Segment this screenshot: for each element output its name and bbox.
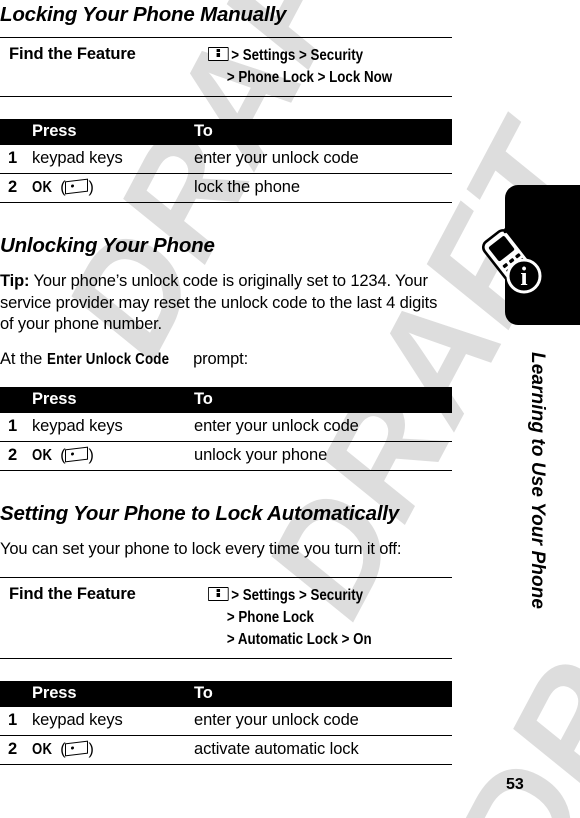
step-number: 2	[0, 735, 32, 765]
table-row: 2 OK () lock the phone	[0, 173, 452, 203]
phone-info-icon: i	[478, 214, 552, 302]
tip-paragraph: Tip: Your phone’s unlock code is origina…	[0, 271, 452, 335]
column-header-number	[0, 118, 32, 145]
step-press: OK ()	[32, 735, 194, 765]
soft-key-glyph: ()	[55, 178, 94, 196]
prompt-after: prompt:	[193, 350, 249, 369]
intro-paragraph: You can set your phone to lock every tim…	[0, 540, 402, 559]
step-to: enter your unlock code	[194, 144, 452, 174]
soft-key-icon	[65, 446, 89, 463]
prompt-term: Enter Unlock Code	[46, 351, 169, 369]
column-header-press: Press	[32, 680, 194, 707]
page-title: Locking Your Phone Manually	[0, 3, 287, 26]
step-to: activate automatic lock	[194, 735, 452, 765]
steps-table: Press To 1 keypad keys enter your unlock…	[0, 118, 452, 203]
soft-key-icon	[65, 178, 89, 194]
step-number: 1	[0, 412, 32, 442]
step-to: enter your unlock code	[194, 706, 452, 736]
chapter-caption: Learning to Use Your Phone	[527, 352, 548, 610]
soft-key-icon	[65, 740, 89, 757]
soft-key-glyph: ()	[55, 446, 94, 464]
feature-path-line: > Settings > Security	[208, 45, 418, 67]
find-the-feature-block: Find the Feature > Settings > Security >…	[0, 36, 452, 97]
table-row: 1 keypad keys enter your unlock code	[0, 412, 452, 442]
table-row: 2 OK () activate automatic lock	[0, 735, 452, 765]
section-title-unlocking: Unlocking Your Phone	[0, 233, 215, 257]
feature-path: > Settings > Security > Phone Lock > Loc…	[208, 38, 452, 96]
feature-path-line: > Phone Lock	[226, 608, 314, 626]
column-header-number	[0, 386, 32, 413]
step-number: 1	[0, 706, 32, 736]
ok-key-label: OK	[32, 446, 53, 464]
table-header-row: Press To	[0, 118, 452, 145]
feature-path-text: > Settings > Security	[231, 46, 364, 64]
feature-path: > Settings > Security > Phone Lock > Aut…	[208, 578, 452, 658]
step-number: 2	[0, 441, 32, 471]
steps-table: Press To 1 keypad keys enter your unlock…	[0, 680, 452, 765]
feature-path-line: > Automatic Lock > On	[226, 630, 372, 648]
step-number: 1	[0, 144, 32, 174]
column-header-press: Press	[32, 386, 194, 413]
step-press: OK ()	[32, 173, 194, 203]
prompt-paragraph: At the Enter Unlock Code prompt:	[0, 349, 452, 370]
find-the-feature-label: Find the Feature	[9, 44, 136, 63]
table-row: 1 keypad keys enter your unlock code	[0, 144, 452, 174]
column-header-to: To	[194, 118, 452, 145]
column-header-to: To	[194, 386, 452, 413]
step-to: unlock your phone	[194, 441, 452, 471]
page-number: 53	[506, 776, 524, 793]
feature-path-text: > Settings > Security	[231, 586, 364, 604]
feature-path-line: > Phone Lock > Lock Now	[226, 68, 393, 86]
svg-text:i: i	[520, 262, 527, 291]
find-the-feature-label: Find the Feature	[9, 584, 136, 603]
page-content: Locking Your Phone Manually Find the Fea…	[0, 0, 452, 765]
menu-key-icon	[208, 586, 229, 601]
column-header-press: Press	[32, 118, 194, 145]
tip-text: Your phone’s unlock code is originally s…	[0, 272, 438, 333]
tip-label: Tip:	[0, 272, 30, 291]
feature-path-line: > Settings > Security	[208, 585, 418, 607]
steps-table: Press To 1 keypad keys enter your unlock…	[0, 386, 452, 471]
column-header-to: To	[194, 680, 452, 707]
step-to: lock the phone	[194, 173, 452, 203]
step-press: keypad keys	[32, 706, 194, 736]
step-press: keypad keys	[32, 144, 194, 174]
table-row: 1 keypad keys enter your unlock code	[0, 706, 452, 736]
table-header-row: Press To	[0, 680, 452, 707]
find-the-feature-block: Find the Feature > Settings > Security >…	[0, 576, 452, 659]
ok-key-label: OK	[32, 740, 53, 758]
table-header-row: Press To	[0, 386, 452, 413]
step-to: enter your unlock code	[194, 412, 452, 442]
step-press: OK ()	[32, 441, 194, 471]
section-title-auto-lock: Setting Your Phone to Lock Automatically	[0, 501, 400, 525]
table-row: 2 OK () unlock your phone	[0, 441, 452, 471]
step-press: keypad keys	[32, 412, 194, 442]
prompt-before: At the	[0, 350, 43, 369]
column-header-number	[0, 680, 32, 707]
menu-key-icon	[208, 46, 229, 61]
soft-key-glyph: ()	[55, 740, 94, 758]
ok-key-label: OK	[32, 178, 53, 196]
step-number: 2	[0, 173, 32, 203]
